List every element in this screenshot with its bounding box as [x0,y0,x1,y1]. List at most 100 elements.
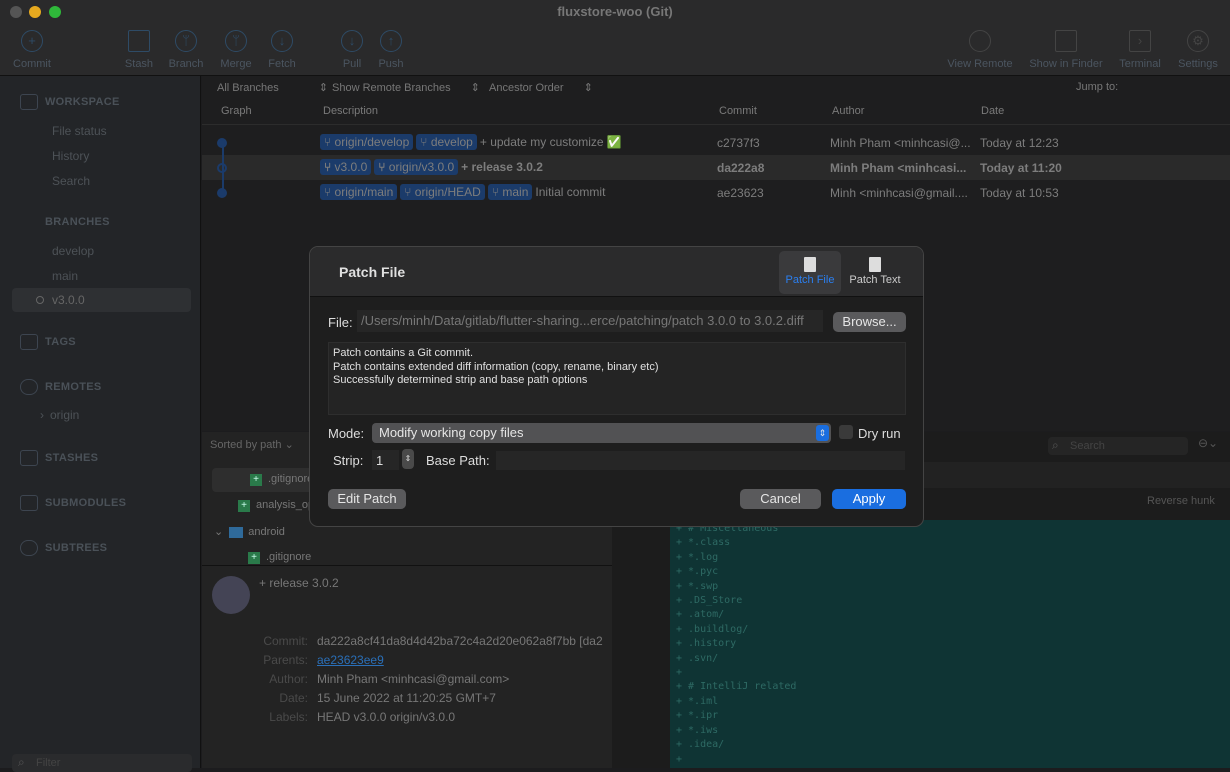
strip-stepper[interactable]: ⇕ [402,449,414,469]
commit-author: Minh Pham <minhcasi@... [830,136,971,150]
more-options-icon[interactable]: ⊖⌄ [1198,436,1218,450]
terminal-button[interactable]: › Terminal [1110,30,1170,70]
sidebar-item-develop[interactable]: develop [52,244,94,258]
section-remotes[interactable]: REMOTES [20,379,102,395]
info-line: Patch contains extended diff information… [333,360,659,373]
sidebar-item-v3-0-0[interactable]: v3.0.0 [12,288,191,312]
sidebar-item-history[interactable]: History [52,149,89,163]
diff-line: + *.iws [676,724,719,736]
label: Merge [220,58,252,70]
diff-line: + *.ipr [676,710,719,722]
file-name: .gitignore [268,473,314,485]
added-icon: + [238,500,250,512]
section-stashes[interactable]: STASHES [20,450,98,466]
tab-patch-file[interactable]: Patch File [779,251,841,294]
file-name: analysis_op [256,499,315,511]
tab-patch-text[interactable]: Patch Text [843,251,907,294]
diff-line: + .history [676,638,737,650]
view-remote-button[interactable]: View Remote [940,30,1020,70]
titlebar: fluxstore-woo (Git) + Commit Stash ᛘ Branc… [0,0,1230,76]
commit-message: + release 3.0.2 [259,576,339,590]
label: Settings [1178,58,1218,70]
reverse-hunk-button[interactable]: Reverse hunk [1147,495,1215,507]
settings-button[interactable]: ⚙ Settings [1168,30,1228,70]
search-input[interactable]: ⌕ Search [1048,437,1188,455]
commit-row[interactable]: ⑂ origin/main ⑂ origin/HEAD ⑂ main Initial … [202,180,1230,205]
filter-input[interactable]: ⌕ Filter [12,754,192,772]
commit-author: Minh <minhcasi@gmail.... [830,186,968,200]
branch-tag[interactable]: ⑂ develop [416,134,477,150]
col-author[interactable]: Author [832,105,864,117]
section-submodules[interactable]: SUBMODULES [20,495,126,511]
sidebar-item-file-status[interactable]: File status [52,124,107,138]
push-button[interactable]: ↑ Push [361,30,421,70]
remote-branches-select[interactable]: Show Remote Branches ⇕ [332,81,480,94]
base-path-field[interactable] [496,451,905,470]
select-arrows-icon: ⇕ [816,425,829,441]
diff-line: + [676,753,683,765]
date: 15 June 2022 at 11:20:25 GMT+7 [317,691,496,705]
label: Commit: [263,634,308,648]
label: v3.0.0 [52,293,85,307]
branch-tag[interactable]: ⑂ main [487,184,533,200]
cancel-button[interactable]: Cancel [740,489,821,509]
pull-icon: ↓ [341,30,363,52]
added-icon: + [250,474,262,486]
sort-select[interactable]: Sorted by path ⌄ [210,438,294,451]
commit-message: Initial commit [535,185,606,199]
col-date[interactable]: Date [981,105,1004,117]
diff-line: + # IntelliJ related [676,681,797,693]
info-line: Successfully determined strip and base p… [333,374,588,386]
col-graph[interactable]: Graph [221,105,252,117]
label: origin [50,408,80,422]
branch-tag[interactable]: ⑂ origin/develop [320,134,414,150]
edit-patch-button[interactable]: Edit Patch [328,489,406,509]
label: Patch File [785,274,835,286]
commit-row[interactable]: ⑂ origin/develop ⑂ develop + update my cus… [202,130,1230,155]
branch-tag[interactable]: ⑂ v3.0.0 [320,159,372,175]
label: Pull [342,58,362,70]
file-item[interactable]: + analysis_op [238,499,314,512]
cloud-icon [20,379,38,395]
file-name: android [248,526,285,538]
file-path-field[interactable]: /Users/minh/Data/gitlab/flutter-sharing.… [357,310,823,332]
section-branches[interactable]: BRANCHES [20,214,110,230]
sidebar-item-origin[interactable]: › origin [40,408,80,422]
file-item[interactable]: ⌄ android [214,525,285,538]
branch-tag[interactable]: ⑂ origin/HEAD [400,184,485,200]
branches-select[interactable]: All Branches ⇕ [217,81,328,94]
fetch-icon: ↓ [271,30,293,52]
branch-tag[interactable]: ⑂ origin/v3.0.0 [374,159,459,175]
commit-row[interactable]: ⑂ v3.0.0 ⑂ origin/v3.0.0 + release 3.0.2 da… [202,155,1230,180]
order-select[interactable]: Ancestor Order ⇕ [489,81,593,94]
diff-line: + .DS_Store [676,595,743,607]
placeholder: Filter [36,757,61,769]
file-item[interactable]: + .gitignore [248,551,311,564]
apply-button[interactable]: Apply [832,489,906,509]
sidebar-item-search[interactable]: Search [52,174,90,188]
graph-line [222,142,224,194]
merge-icon: ᛘ [225,30,247,52]
commit-button[interactable]: + Commit [2,30,62,70]
mode-select[interactable]: Modify working copy files ⇕ [372,423,831,443]
col-description[interactable]: Description [323,105,378,117]
label: Fetch [268,58,296,70]
avatar [212,576,250,614]
fetch-button[interactable]: ↓ Fetch [252,30,312,70]
browse-button[interactable]: Browse... [833,312,906,332]
section-workspace[interactable]: WORKSPACE [20,94,120,110]
diff-line: + *.iml [676,695,719,707]
section-subtrees[interactable]: SUBTREES [20,540,107,556]
branch-tag[interactable]: ⑂ origin/main [320,184,398,200]
diff-line: + *.class [676,537,731,549]
sidebar-item-main[interactable]: main [52,269,78,283]
dry-run-checkbox[interactable] [839,425,853,439]
col-commit[interactable]: Commit [719,105,757,117]
strip-field[interactable]: 1 [372,450,399,470]
show-in-finder-button[interactable]: Show in Finder [1022,30,1110,70]
mode-label: Mode: [328,426,365,441]
chevron-down-icon: ⌄ [214,526,224,538]
parent-link[interactable]: ae23623ee9 [317,653,384,667]
file-item[interactable]: + .gitignore [250,473,313,486]
section-tags[interactable]: TAGS [20,334,76,350]
